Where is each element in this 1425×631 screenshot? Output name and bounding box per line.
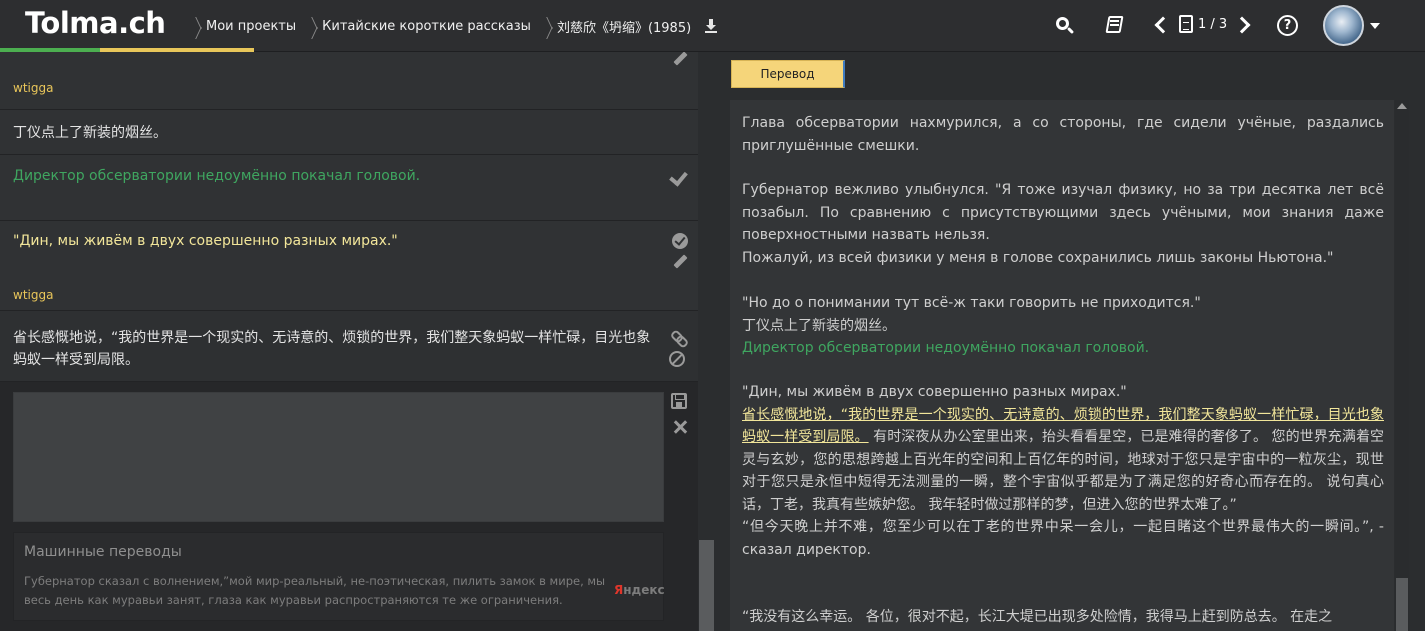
machine-translation-text[interactable]: Губернатор сказал с волнением,”мой мир-р…: [24, 572, 614, 610]
avatar[interactable]: [1323, 5, 1364, 46]
machine-translation-title: Машинные переводы: [24, 544, 182, 560]
page-counter[interactable]: 1 / 3: [1198, 17, 1227, 32]
search-icon[interactable]: [1055, 16, 1075, 36]
segment-row: wtigga: [0, 52, 698, 110]
preview-paragraph: Губернатор вежливо улыбнулся. "Я тоже из…: [742, 182, 1384, 266]
translation-editor-area: Машинные переводы Губернатор сказал с во…: [0, 382, 698, 631]
save-icon[interactable]: [671, 393, 687, 409]
segment-translation-text[interactable]: Директор обсерватории недоумённо покачал…: [13, 168, 420, 184]
segment-translation-text[interactable]: "Дин, мы живём в двух совершенно разных …: [13, 233, 398, 249]
breadcrumb-my-projects[interactable]: Мои проекты: [206, 19, 296, 34]
chevron-right-icon[interactable]: [1237, 15, 1249, 35]
scroll-up-arrow-icon[interactable]: [1397, 103, 1407, 109]
preview-paragraph: "Дин, мы живём в двух совершенно разных …: [742, 384, 1385, 558]
chevron-left-icon[interactable]: [1154, 15, 1166, 35]
segment-translation-row: Директор обсерватории недоумённо покачал…: [0, 155, 698, 221]
left-scrollbar-thumb[interactable]: [699, 540, 714, 631]
translation-author[interactable]: wtigga: [13, 81, 53, 95]
machine-translation-box: Машинные переводы Губернатор сказал с во…: [13, 532, 665, 621]
approve-icon[interactable]: [672, 233, 688, 249]
close-icon[interactable]: [673, 420, 687, 434]
ban-icon[interactable]: [669, 351, 685, 367]
top-navigation-bar: Tolma.ch Мои проекты Китайские короткие …: [0, 0, 1425, 52]
download-icon[interactable]: [705, 19, 718, 33]
check-icon[interactable]: [671, 170, 687, 182]
pencil-icon[interactable]: [672, 255, 688, 271]
right-scrollbar[interactable]: [1395, 100, 1409, 631]
segment-original-text: 省长感慨地说，“我的世界是一个现实的、无诗意的、烦锁的世界，我们整天象蚂蚁一样忙…: [13, 330, 651, 368]
breadcrumb: Мои проекты Китайские короткие рассказы …: [180, 0, 718, 52]
yandex-logo: Яндекс: [614, 583, 665, 597]
translation-preview: Глава обсерватории нахмурился, а со стор…: [730, 100, 1394, 631]
book-icon[interactable]: [1104, 15, 1124, 35]
preview-paragraph: "Но до о понимании тут всё-ж таки говори…: [742, 295, 1201, 356]
right-scrollbar-thumb[interactable]: [1396, 578, 1408, 631]
caret-down-icon[interactable]: [1370, 23, 1380, 29]
tab-translation[interactable]: Перевод: [731, 60, 845, 88]
preview-paragraph: “我没有这么幸运。 各位，很对不起，长江大堤已出现多处险情，我得马上赶到防总去。…: [742, 609, 1333, 625]
help-icon[interactable]: ?: [1277, 15, 1298, 36]
breadcrumb-project[interactable]: Китайские короткие рассказы: [322, 19, 531, 34]
segment-original-row: 丁仪点上了新装的烟丝。: [0, 110, 698, 155]
translation-input[interactable]: [13, 392, 664, 522]
breadcrumb-document[interactable]: 刘慈欣《坍缩》(1985): [557, 17, 691, 36]
preview-paragraph: Глава обсерватории нахмурился, а со стор…: [742, 115, 1384, 154]
segment-original-text: 丁仪点上了新装的烟丝。: [13, 125, 167, 141]
link-icon[interactable]: [670, 329, 688, 345]
logo[interactable]: Tolma.ch: [25, 6, 166, 40]
segment-translation-row: "Дин, мы живём в двух совершенно разных …: [0, 221, 698, 311]
segments-panel: wtigga 丁仪点上了新装的烟丝。 Директор обсерватории…: [0, 52, 700, 631]
breadcrumb-separator-icon: [186, 13, 200, 39]
page-icon: [1179, 15, 1193, 33]
translation-author[interactable]: wtigga: [13, 288, 53, 302]
pencil-icon[interactable]: [672, 52, 688, 68]
breadcrumb-separator-icon: [537, 13, 551, 39]
breadcrumb-separator-icon: [302, 13, 316, 39]
segment-original-row-active: 省长感慨地说，“我的世界是一个现实的、无诗意的、烦锁的世界，我们整天象蚂蚁一样忙…: [0, 311, 698, 382]
